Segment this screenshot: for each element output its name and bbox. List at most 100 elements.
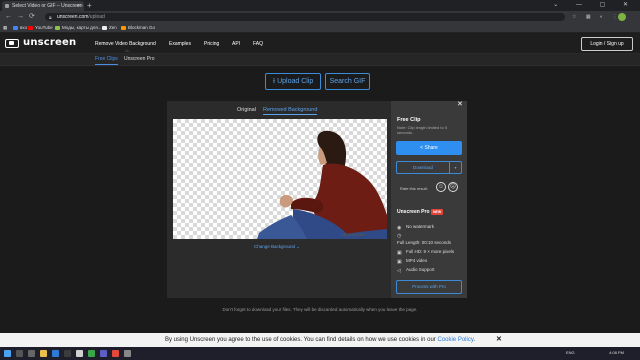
sub-navigation: Free Clips Unscreen Pro — [0, 54, 640, 66]
hd-icon: ▣ — [397, 250, 402, 256]
app-icon[interactable] — [100, 350, 107, 357]
free-clip-note-line2: seconds. — [397, 130, 414, 135]
tab-unscreen-pro[interactable]: Unscreen Pro — [124, 55, 155, 64]
reload-icon[interactable]: ⟳ — [29, 11, 35, 23]
tray-language[interactable]: ENG — [566, 350, 575, 356]
bookmark-label: Zen — [109, 25, 117, 30]
bookmark-label: Моды, карты для... — [62, 25, 102, 30]
tab-title: Select Video or GIF – Unscreen — [12, 3, 83, 9]
app-icon[interactable] — [76, 350, 83, 357]
unscreen-watermark: UNSCREEN — [341, 232, 366, 237]
bookmarks-bar: ▦ вхо YouTube Моды, карты для... Zen Blo… — [0, 23, 640, 33]
tab-original[interactable]: Original — [237, 106, 256, 114]
extension-icons[interactable]: ☆ ▦ ◐ ⋮ — [572, 13, 636, 21]
start-windows-icon[interactable] — [4, 350, 11, 357]
tab-favicon-icon — [5, 4, 9, 8]
forward-arrow-icon[interactable]: → — [17, 11, 24, 23]
nav-active-indicator — [124, 49, 130, 52]
clock-icon: ◷ — [397, 233, 402, 239]
bookmark-favicon-icon — [121, 25, 126, 30]
person-silhouette-image — [257, 130, 387, 239]
cookie-close-icon[interactable]: ✕ — [496, 333, 502, 347]
download-button[interactable]: Download — [396, 161, 450, 174]
close-icon[interactable]: ✕ — [457, 101, 463, 109]
bookmark-item[interactable]: Zen — [102, 23, 117, 33]
tray-time: 4:08 PM — [609, 350, 624, 355]
task-view-icon[interactable] — [28, 350, 35, 357]
bookmark-label: YouTube — [35, 25, 53, 30]
youtube-icon — [28, 25, 33, 30]
bookmark-label: Blockman Go — [128, 25, 156, 30]
tab-free-clips[interactable]: Free Clips — [95, 55, 118, 65]
address-bar[interactable]: 🔒︎ unscreen.com/upload — [45, 13, 565, 21]
browser-tab[interactable]: Select Video or GIF – Unscreen ✕ — [2, 1, 84, 11]
profile-avatar[interactable] — [618, 13, 626, 21]
feature-label: MP4 video — [406, 258, 428, 263]
video-icon: ▣ — [397, 259, 402, 265]
result-preview-canvas — [173, 119, 387, 239]
app-icon[interactable] — [124, 350, 131, 357]
browser-toolbar: ← → ⟳ 🔒︎ unscreen.com/upload ☆ ▦ ◐ ⋮ — [0, 11, 640, 23]
feature-audio: ◁ Audio Support — [397, 267, 435, 274]
site-header: unscreen Remove Video Background Example… — [0, 34, 640, 54]
back-arrow-icon[interactable]: ← — [5, 11, 12, 23]
new-badge: NEW — [431, 209, 444, 215]
logo-mark-icon — [5, 39, 19, 48]
nav-pricing[interactable]: Pricing — [204, 34, 219, 54]
search-icon[interactable] — [16, 350, 23, 357]
cookie-policy-link[interactable]: Cookie Policy — [437, 337, 473, 343]
bookmark-item[interactable]: YouTube — [28, 23, 53, 33]
feature-mp4: ▣ MP4 video — [397, 258, 428, 265]
new-tab-button[interactable]: + — [87, 0, 92, 11]
nav-faq[interactable]: FAQ — [253, 34, 263, 54]
feature-full-length: Full Length: 00:10 seconds — [397, 240, 451, 246]
apps-grid-icon[interactable]: ▦ — [3, 23, 7, 33]
bookmark-item[interactable]: вхо — [13, 23, 27, 33]
file-explorer-icon[interactable] — [40, 350, 47, 357]
free-clip-title: Free Clip — [397, 117, 421, 123]
bookmark-favicon-icon — [13, 25, 18, 30]
cookie-banner: By using Unscreen you agree to the use o… — [0, 333, 640, 347]
url-path: /upload — [88, 14, 105, 20]
login-signup-button[interactable]: Login / Sign up — [581, 37, 633, 51]
feature-no-watermark: ◉ No watermark — [397, 224, 435, 231]
bookmark-label: вхо — [20, 25, 28, 30]
share-button[interactable]: < Share — [396, 141, 462, 155]
upload-clip-button[interactable]: ⭱ Upload Clip — [265, 73, 321, 90]
whatsapp-icon[interactable] — [88, 350, 95, 357]
tab-removed-background[interactable]: Removed Background — [263, 106, 318, 115]
chrome-icon[interactable] — [112, 350, 119, 357]
url-host: unscreen.com — [57, 14, 89, 20]
download-options-caret-icon[interactable]: ▾ — [450, 161, 462, 174]
process-with-pro-button[interactable]: Process with Pro — [396, 280, 462, 294]
download-reminder: Don't forget to download your files. The… — [222, 307, 418, 312]
bookmark-favicon-icon — [55, 25, 60, 30]
feature-label: Audio Support — [406, 267, 435, 272]
store-icon[interactable] — [52, 350, 59, 357]
cookie-text: By using Unscreen you agree to the use o… — [164, 337, 436, 343]
happy-face-icon[interactable]: ☺ — [436, 182, 446, 192]
feature-label: Full Length: 00:10 seconds — [397, 240, 452, 245]
feature-label: No watermark — [406, 224, 435, 229]
bookmark-favicon-icon — [102, 25, 107, 30]
unscreen-pro-title: Unscreen Pro — [397, 209, 430, 215]
lock-icon: 🔒︎ — [49, 15, 52, 21]
search-gif-button[interactable]: Search GIF — [325, 73, 370, 90]
nav-api[interactable]: API — [232, 34, 240, 54]
bookmark-item[interactable]: Blockman Go — [121, 23, 155, 33]
window-controls[interactable]: ⌄ — ▢ ✕ — [553, 0, 636, 11]
speaker-icon: ◁ — [397, 268, 401, 274]
os-taskbar — [0, 347, 640, 360]
cookie-text-end: . — [473, 337, 476, 343]
tab-close-icon[interactable]: ✕ — [77, 1, 81, 11]
feature-full-hd: ▣ Full HD: 9 × more pixels — [397, 249, 454, 256]
bookmark-item[interactable]: Моды, карты для... — [55, 23, 102, 33]
feature-clock: ◷ — [397, 232, 406, 239]
app-icon[interactable] — [64, 350, 71, 357]
change-background-link[interactable]: Change Background ⌄ — [254, 244, 300, 250]
no-watermark-icon: ◉ — [397, 225, 402, 231]
browser-tab-bar: Select Video or GIF – Unscreen ✕ + ⌄ — ▢… — [0, 0, 640, 11]
logo-text: unscreen — [23, 37, 77, 48]
nav-examples[interactable]: Examples — [169, 34, 191, 54]
sad-face-icon[interactable]: ☹ — [448, 182, 458, 192]
